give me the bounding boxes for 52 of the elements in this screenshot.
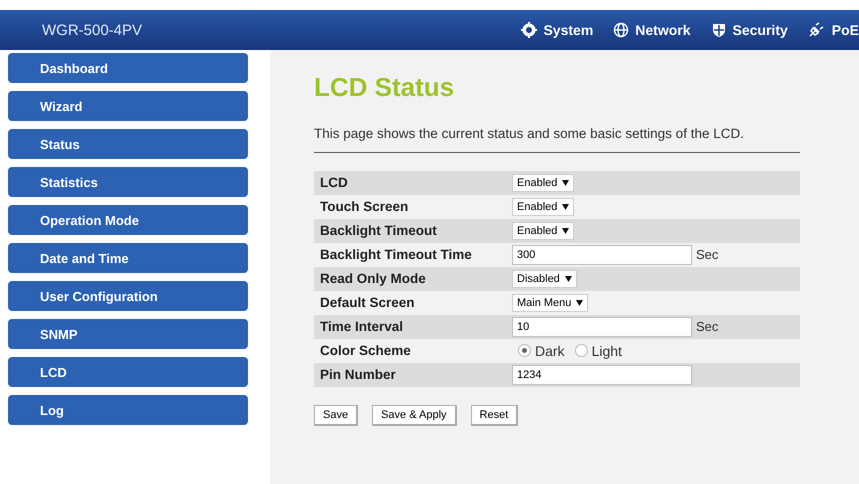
sidebar-item[interactable]: SNMP xyxy=(8,319,248,349)
menu-link[interactable]: Security xyxy=(710,22,788,38)
setting-label: Backlight Timeout Time xyxy=(319,247,473,262)
shield-icon xyxy=(710,22,727,38)
setting-label: LCD xyxy=(319,175,349,190)
radio-label: Dark xyxy=(535,342,565,359)
form-button[interactable]: Save & Apply xyxy=(372,404,457,426)
dropdown[interactable]: Enabled xyxy=(512,198,574,216)
unit-label: Sec xyxy=(696,247,718,262)
product-name: WGR-500-4PV xyxy=(42,22,142,38)
sidebar-item[interactable]: LCD xyxy=(8,357,248,387)
caret-icon xyxy=(562,204,570,210)
caret-icon xyxy=(562,228,570,234)
sidebar-item[interactable]: Dashboard xyxy=(8,53,248,83)
setting-label: Read Only Mode xyxy=(319,271,427,286)
sidebar-item[interactable]: User Configuration xyxy=(8,281,248,311)
page-title: LCD Status xyxy=(314,72,456,103)
menu-link[interactable]: PoE xyxy=(808,22,859,38)
sidebar-item[interactable]: Operation Mode xyxy=(8,205,248,235)
menu-link[interactable]: Network xyxy=(613,22,691,38)
form-button[interactable]: Reset xyxy=(470,404,518,426)
unit-label: Sec xyxy=(696,319,718,334)
form-button[interactable]: Save xyxy=(314,404,358,426)
gear-icon xyxy=(521,22,538,38)
globe-icon xyxy=(613,22,630,38)
dropdown[interactable]: Enabled xyxy=(512,174,574,192)
setting-label: Backlight Timeout xyxy=(319,223,438,238)
sidebar-item[interactable]: Status xyxy=(8,129,248,159)
sidebar-item[interactable]: Statistics xyxy=(8,167,248,197)
sidebar-item[interactable]: Wizard xyxy=(8,91,248,121)
setting-label: Touch Screen xyxy=(319,199,410,214)
input-field[interactable]: 1234 xyxy=(512,364,692,385)
setting-label: Color Scheme xyxy=(319,343,412,358)
setting-label: Time Interval xyxy=(319,319,404,334)
radio-button[interactable] xyxy=(518,344,531,358)
sidebar-item[interactable]: Log xyxy=(8,395,248,425)
setting-label: Pin Number xyxy=(319,367,397,382)
caret-icon xyxy=(564,276,572,282)
input-field[interactable]: 300 xyxy=(512,244,692,265)
dropdown[interactable]: Main Menu xyxy=(512,294,588,312)
menu-link[interactable]: System xyxy=(521,22,594,38)
input-field[interactable]: 10 xyxy=(512,316,692,337)
dropdown[interactable]: Enabled xyxy=(512,222,574,240)
sidebar-item[interactable]: Date and Time xyxy=(8,243,248,273)
radio-label: Light xyxy=(592,342,622,359)
page-description: This page shows the current status and some basic settings of the LCD. xyxy=(314,127,745,142)
caret-icon xyxy=(562,180,570,186)
setting-label: Default Screen xyxy=(319,295,416,310)
caret-icon xyxy=(576,300,584,306)
dropdown[interactable]: Disabled xyxy=(512,270,577,288)
radio-button[interactable] xyxy=(574,344,588,358)
plug-icon xyxy=(808,22,826,38)
